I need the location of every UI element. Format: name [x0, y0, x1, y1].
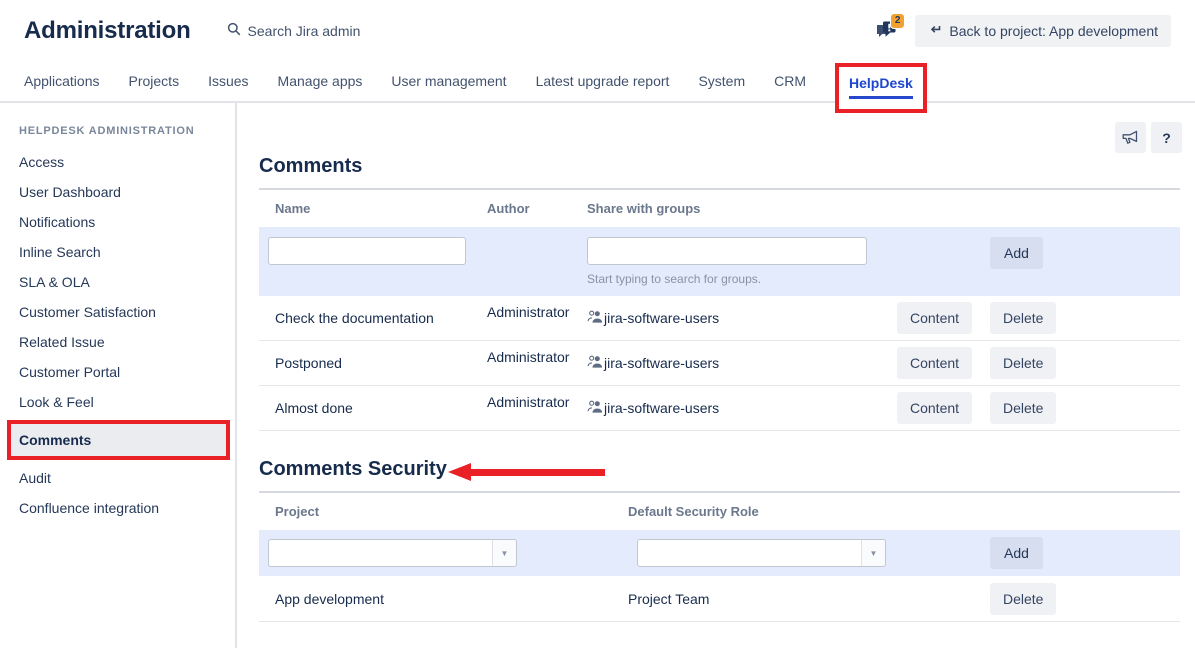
main-layout: HELPDESK ADMINISTRATION Access User Dash…: [0, 103, 1195, 648]
page-title: Administration: [24, 17, 191, 45]
notifications-icon[interactable]: 2: [874, 19, 901, 43]
sidebar-item-look-feel[interactable]: Look & Feel: [0, 387, 235, 417]
add-comment-button[interactable]: Add: [990, 237, 1043, 269]
announcement-button[interactable]: [1115, 122, 1146, 153]
comment-group: jira-software-users: [587, 399, 897, 417]
sidebar-section-title: HELPDESK ADMINISTRATION: [0, 125, 235, 137]
share-groups-input[interactable]: [587, 237, 867, 265]
group-name: jira-software-users: [604, 355, 719, 371]
delete-comment-button[interactable]: Delete: [990, 392, 1056, 424]
arrow-head: [448, 463, 471, 481]
sidebar-item-comments[interactable]: Comments: [7, 420, 230, 460]
sidebar-item-user-dashboard[interactable]: User Dashboard: [0, 177, 235, 207]
comments-security-title: Comments Security: [259, 458, 1180, 481]
sidebar-item-related-issue[interactable]: Related Issue: [0, 327, 235, 357]
group-search-hint: Start typing to search for groups.: [587, 272, 897, 286]
red-arrow-annotation: [448, 463, 605, 481]
comments-security-section: Comments Security Project Default Securi…: [259, 458, 1180, 622]
group-name: jira-software-users: [604, 310, 719, 326]
delete-comment-button[interactable]: Delete: [990, 302, 1056, 334]
group-name: jira-software-users: [604, 400, 719, 416]
security-table-header: Project Default Security Role: [259, 493, 1180, 530]
sidebar-item-audit[interactable]: Audit: [0, 463, 235, 493]
helpdesk-tab-annotation-box: HelpDesk: [835, 63, 927, 113]
group-icon: [587, 309, 603, 327]
sidebar-item-confluence-integration[interactable]: Confluence integration: [0, 493, 235, 523]
sidebar-item-notifications[interactable]: Notifications: [0, 207, 235, 237]
group-icon: [587, 354, 603, 372]
sidebar-item-customer-satisfaction[interactable]: Customer Satisfaction: [0, 297, 235, 327]
project-select[interactable]: ▼: [268, 539, 517, 567]
admin-search-input[interactable]: Search Jira admin: [227, 22, 361, 39]
comment-name-input[interactable]: [268, 237, 466, 265]
chevron-down-icon: ▼: [861, 540, 885, 566]
delete-security-button[interactable]: Delete: [990, 583, 1056, 615]
sidebar-item-sla-ola[interactable]: SLA & OLA: [0, 267, 235, 297]
tab-applications[interactable]: Applications: [24, 73, 100, 89]
sidebar-item-inline-search[interactable]: Inline Search: [0, 237, 235, 267]
content-button[interactable]: Content: [897, 392, 972, 424]
security-project: App development: [259, 591, 628, 607]
admin-header: Administration Search Jira admin 2 Back …: [0, 0, 1195, 61]
comments-section-title: Comments: [259, 155, 1180, 178]
notification-count-badge: 2: [890, 13, 906, 29]
tab-helpdesk[interactable]: HelpDesk: [849, 75, 913, 99]
content-button[interactable]: Content: [897, 302, 972, 334]
comment-name: Postponed: [259, 355, 487, 371]
comment-row: Postponed Administrator jira-software-us…: [259, 341, 1180, 386]
sidebar-item-customer-portal[interactable]: Customer Portal: [0, 357, 235, 387]
tab-user-management[interactable]: User management: [391, 73, 506, 89]
back-to-project-button[interactable]: Back to project: App development: [915, 15, 1171, 47]
column-header-author: Author: [487, 201, 587, 216]
search-icon: [227, 22, 241, 39]
column-header-name: Name: [259, 201, 487, 216]
admin-nav-tabs: Applications Projects Issues Manage apps…: [0, 61, 1195, 103]
chevron-down-icon: ▼: [492, 540, 516, 566]
comment-name: Check the documentation: [259, 310, 487, 326]
comment-group: jira-software-users: [587, 309, 897, 327]
column-header-role: Default Security Role: [628, 504, 990, 519]
delete-comment-button[interactable]: Delete: [990, 347, 1056, 379]
comment-row: Almost done Administrator jira-software-…: [259, 386, 1180, 431]
comment-author: Administrator: [487, 386, 587, 410]
tab-crm[interactable]: CRM: [774, 73, 806, 89]
arrow-shaft: [471, 469, 605, 476]
header-right: 2 Back to project: App development: [874, 15, 1171, 47]
comment-author: Administrator: [487, 341, 587, 365]
comment-author: Administrator: [487, 296, 587, 320]
security-add-row: ▼ ▼ Add: [259, 530, 1180, 576]
comments-table-header: Name Author Share with groups: [259, 190, 1180, 227]
tab-projects[interactable]: Projects: [129, 73, 180, 89]
comment-group: jira-software-users: [587, 354, 897, 372]
column-header-project: Project: [259, 504, 628, 519]
comments-section: Comments Name Author Share with groups S…: [259, 155, 1180, 431]
comment-row: Check the documentation Administrator ji…: [259, 296, 1180, 341]
back-arrow-icon: [928, 23, 941, 39]
megaphone-icon: [1121, 128, 1140, 148]
comment-name: Almost done: [259, 400, 487, 416]
tab-manage-apps[interactable]: Manage apps: [278, 73, 363, 89]
help-button[interactable]: ?: [1151, 122, 1182, 153]
security-role-select[interactable]: ▼: [637, 539, 886, 567]
comments-add-row: Start typing to search for groups. Add: [259, 227, 1180, 296]
content-toolbar: ?: [1115, 122, 1182, 153]
content-button[interactable]: Content: [897, 347, 972, 379]
search-placeholder: Search Jira admin: [248, 23, 361, 39]
sidebar-item-access[interactable]: Access: [0, 147, 235, 177]
column-header-share: Share with groups: [587, 201, 897, 216]
tab-system[interactable]: System: [698, 73, 745, 89]
security-row: App development Project Team Delete: [259, 576, 1180, 622]
back-button-label: Back to project: App development: [949, 23, 1158, 39]
tab-issues[interactable]: Issues: [208, 73, 248, 89]
security-role: Project Team: [628, 591, 990, 607]
add-security-button[interactable]: Add: [990, 537, 1043, 569]
tab-latest-upgrade-report[interactable]: Latest upgrade report: [536, 73, 670, 89]
helpdesk-sidebar: HELPDESK ADMINISTRATION Access User Dash…: [0, 103, 237, 648]
content-area: ? Comments Name Author Share with groups…: [237, 103, 1195, 648]
group-icon: [587, 399, 603, 417]
